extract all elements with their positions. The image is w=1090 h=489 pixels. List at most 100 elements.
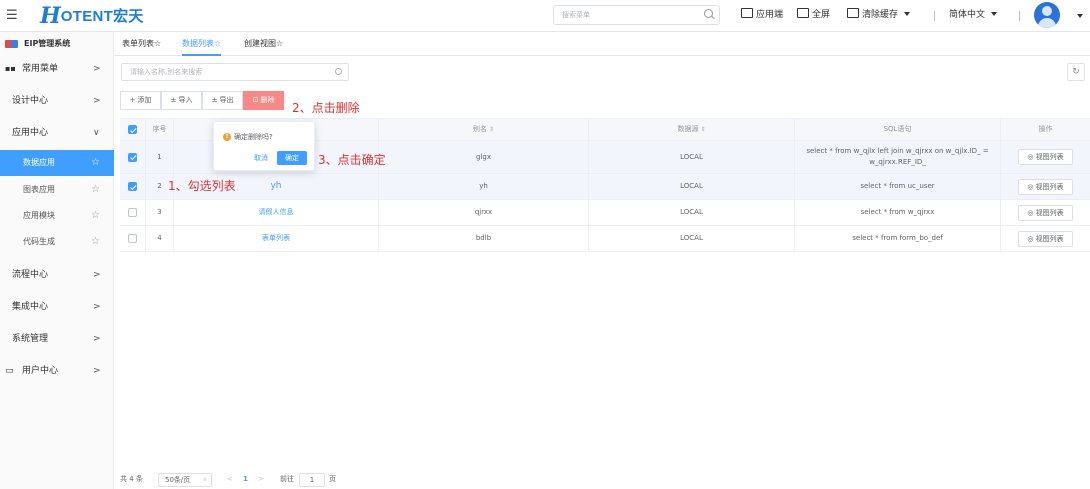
chevron-down-icon: ∨ <box>202 476 207 483</box>
refresh-icon[interactable]: ↻ <box>1067 63 1085 81</box>
row-alias: glgx <box>379 141 589 173</box>
star-icon[interactable]: ☆ <box>91 203 100 229</box>
table-row[interactable]: 2 yh yh LOCAL select * from uc_user ◎ 视图… <box>120 174 1090 200</box>
sidebar-item-common[interactable]: ▪▪ 常用菜单 > <box>0 56 114 82</box>
menu-toggle-icon[interactable]: ☰ <box>6 9 18 22</box>
data-table: 序号 别名 ⇕ 数据源 ⇕ SQL语句 操作 1 glgx LOCAL select… <box>120 118 1090 252</box>
delete-button[interactable]: ⊡ 删除 <box>243 91 284 110</box>
app-end-button[interactable]: 应用端 <box>741 8 783 22</box>
header-alias[interactable]: 别名 ⇕ <box>379 119 589 140</box>
chevron-down-icon: ∨ <box>93 128 100 138</box>
row-checkbox[interactable] <box>120 226 146 251</box>
divider <box>1019 11 1020 21</box>
view-list-button[interactable]: ◎ 视图列表 <box>1018 204 1073 221</box>
row-name[interactable]: 请假人信息 <box>174 200 379 225</box>
row-datasource: LOCAL <box>589 141 795 173</box>
row-checkbox[interactable] <box>120 174 146 199</box>
page-number-current[interactable]: 1 <box>243 471 248 487</box>
clear-cache-button[interactable]: 清除缓存 <box>847 8 911 22</box>
sidebar-title: EIP管理系统 <box>24 39 71 48</box>
monitor-icon: ▭ <box>5 366 14 376</box>
row-index: 4 <box>146 226 174 251</box>
confirm-message: 确定删除吗? <box>234 133 273 141</box>
delete-confirm-popover: ! 确定删除吗? 取消 确定 <box>213 121 315 171</box>
sidebar-item-design[interactable]: 设计中心 > <box>0 88 114 114</box>
row-sql: select * from w_qjlx left join w_qjrxx o… <box>795 141 1001 173</box>
row-name[interactable]: 表单列表 <box>174 226 379 251</box>
confirm-button[interactable]: 确定 <box>277 151 307 165</box>
star-icon[interactable]: ☆ <box>91 150 100 176</box>
logo-mark: H <box>40 3 61 29</box>
sort-icon: ⇕ <box>488 126 495 133</box>
sidebar-item-app-module[interactable]: 应用模块 ☆ <box>0 203 114 229</box>
sidebar-item-integration[interactable]: 集成中心 > <box>0 294 114 320</box>
eye-icon: ◎ <box>1027 182 1036 191</box>
row-checkbox[interactable] <box>120 141 146 173</box>
grid-icon: ▪▪ <box>5 64 16 73</box>
chevron-down-icon <box>991 12 998 16</box>
tab-create-view[interactable]: 创建视图☆ <box>244 32 283 56</box>
page-size-select[interactable]: 50条/页 ∨ <box>158 473 212 487</box>
annotation-step3: 3、点击确定 <box>318 153 386 167</box>
cancel-button[interactable]: 取消 <box>254 153 268 163</box>
next-page-button[interactable]: > <box>258 471 264 487</box>
row-action: ◎ 视图列表 <box>1001 141 1090 173</box>
language-select[interactable]: 简体中文 <box>949 8 998 22</box>
page-unit-label: 页 <box>329 475 336 483</box>
sidebar-item-code-gen[interactable]: 代码生成 ☆ <box>0 229 114 255</box>
fullscreen-button[interactable]: 全屏 <box>797 8 830 22</box>
sidebar-item-system[interactable]: 系统管理 > <box>0 326 114 352</box>
table-search-input[interactable]: 请输入名称,别名来搜索 <box>121 63 349 81</box>
eye-icon: ◎ <box>1027 234 1036 243</box>
tab-form-list[interactable]: 表单列表☆ <box>122 32 161 56</box>
pager-total: 共 4 条 <box>120 475 143 483</box>
header-datasource[interactable]: 数据源 ⇕ <box>589 119 795 140</box>
goto-page-input[interactable]: 1 <box>299 473 325 487</box>
view-list-button[interactable]: ◎ 视图列表 <box>1018 230 1073 247</box>
row-index: 3 <box>146 200 174 225</box>
annotation-step1: 1、勾选列表 <box>168 179 236 193</box>
chevron-right-icon: > <box>93 64 101 74</box>
row-action: ◎ 视图列表 <box>1001 174 1090 199</box>
chevron-right-icon: > <box>93 96 101 106</box>
sidebar-item-data-app[interactable]: 数据应用 ☆ <box>0 150 114 176</box>
fullscreen-icon <box>797 8 809 18</box>
add-button[interactable]: + 添加 <box>120 91 161 110</box>
star-icon[interactable]: ☆ <box>91 177 100 203</box>
export-button[interactable]: ± 导出 <box>202 91 243 110</box>
table-row[interactable]: 4 表单列表 bdlb LOCAL select * from form_bo_… <box>120 226 1090 252</box>
row-checkbox[interactable] <box>120 200 146 225</box>
chevron-down-icon[interactable] <box>1077 14 1083 18</box>
select-all-checkbox[interactable] <box>120 119 146 140</box>
row-alias: qjrxx <box>379 200 589 225</box>
sidebar-item-flow[interactable]: 流程中心 > <box>0 262 114 288</box>
row-alias: bdlb <box>379 226 589 251</box>
trash-icon: ⊡ <box>252 96 261 104</box>
avatar[interactable] <box>1034 2 1060 28</box>
search-icon[interactable] <box>704 9 713 18</box>
search-icon[interactable] <box>335 68 342 75</box>
goto-label: 前往 <box>280 475 294 483</box>
sidebar-item-app-center[interactable]: 应用中心 ∨ <box>0 120 114 146</box>
menu-search-input[interactable]: 搜索菜单 <box>553 5 720 25</box>
cleanup-icon <box>847 8 859 18</box>
logo: HOTENT宏天 <box>40 4 144 28</box>
view-list-button[interactable]: ◎ 视图列表 <box>1018 178 1073 195</box>
chevron-right-icon: > <box>93 270 101 280</box>
row-datasource: LOCAL <box>589 226 795 251</box>
sidebar-item-chart-app[interactable]: 图表应用 ☆ <box>0 177 114 203</box>
table-row[interactable]: 3 请假人信息 qjrxx LOCAL select * from w_qjrx… <box>120 200 1090 226</box>
sidebar-item-user-center[interactable]: ▭ 用户中心 > <box>0 358 114 384</box>
chevron-right-icon: > <box>93 334 101 344</box>
monitor-icon <box>741 8 753 18</box>
sidebar: EIP管理系统 ▪▪ 常用菜单 > 设计中心 > 应用中心 ∨ 数据应用 ☆ 图表应用 ☆ … <box>0 32 114 489</box>
eye-icon: ◎ <box>1027 153 1036 161</box>
import-button[interactable]: ± 导入 <box>161 91 202 110</box>
view-list-button[interactable]: ◎ 视图列表 <box>1018 149 1073 165</box>
page-tabs: 表单列表☆ 数据列表☆ 创建视图☆ <box>114 32 1090 56</box>
chevron-right-icon: > <box>93 366 101 376</box>
logo-text: OTENT宏天 <box>60 8 144 25</box>
prev-page-button[interactable]: < <box>227 471 233 487</box>
star-icon[interactable]: ☆ <box>91 229 100 255</box>
tab-data-list[interactable]: 数据列表☆ <box>182 32 222 56</box>
